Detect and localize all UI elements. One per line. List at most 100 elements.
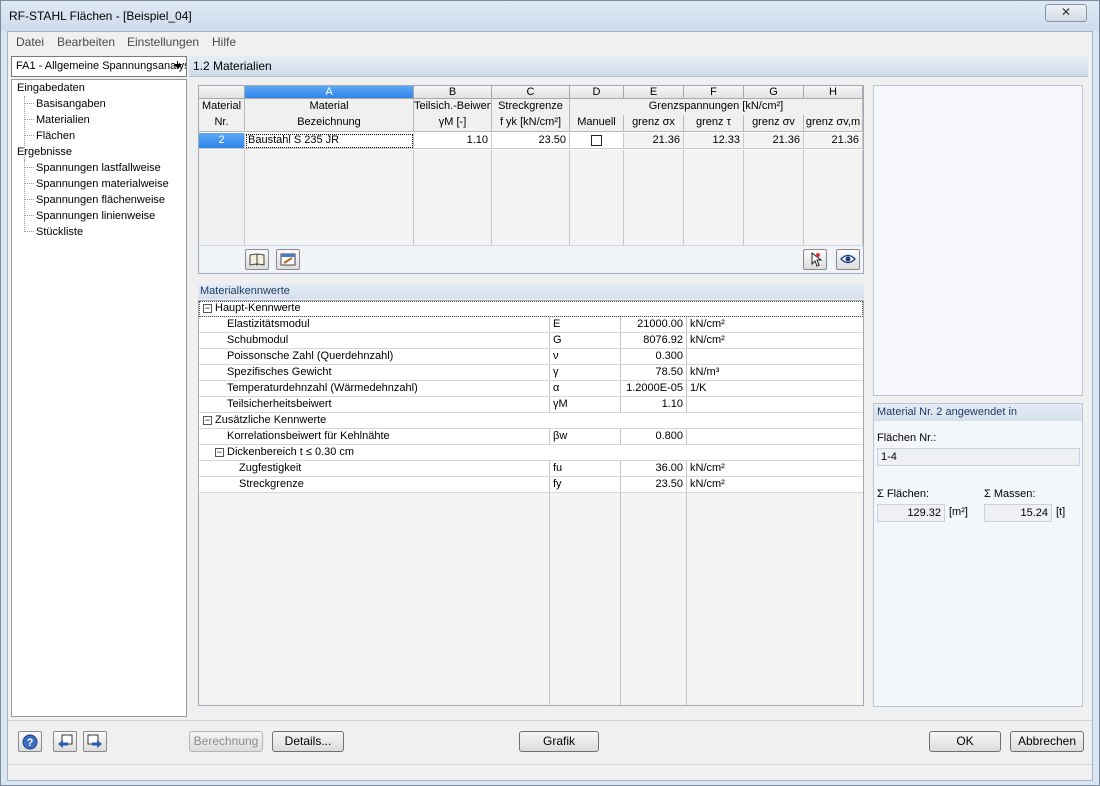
pointer-icon (811, 251, 823, 267)
column-header-d[interactable]: D (570, 86, 624, 99)
collapse-icon[interactable]: − (203, 304, 212, 313)
berechnung-button[interactable]: Berechnung (189, 731, 263, 752)
property-row[interactable]: Korrelationsbeiwert für Kehlnähte βw 0.8… (199, 429, 863, 445)
group-dicken[interactable]: − Dickenbereich t ≤ 0.30 cm (199, 445, 863, 461)
header-b-2: γM [-] (414, 115, 492, 132)
next-button[interactable] (83, 731, 107, 752)
property-row[interactable]: Streckgrenze fy 23.50 kN/cm² (199, 477, 863, 493)
tree-item-stueckliste[interactable]: Stückliste (36, 226, 83, 238)
column-header-f[interactable]: F (684, 86, 744, 99)
sum-flaechen-unit: [m²] (949, 506, 968, 518)
header-e-2: grenz σx (624, 115, 684, 132)
header-a-1: Material (245, 99, 414, 115)
header-h-2: grenz σv,m (804, 115, 863, 132)
header-c-2: f yk [kN/cm²] (492, 115, 570, 132)
cell-grenz-sv: 21.36 (744, 133, 804, 149)
group-zusatz-label: Zusätzliche Kennwerte (215, 414, 327, 426)
chevron-down-icon (174, 64, 182, 69)
menu-einstellungen[interactable]: Einstellungen (127, 35, 199, 49)
header-nr-1: Material (199, 99, 245, 115)
ok-button[interactable]: OK (929, 731, 1001, 752)
tree-item-flaechenweise[interactable]: Spannungen flächenweise (36, 194, 165, 206)
column-header-a[interactable]: A (245, 86, 414, 99)
details-button[interactable]: Details... (272, 731, 344, 752)
tree-item-materialweise[interactable]: Spannungen materialweise (36, 178, 169, 190)
group-haupt[interactable]: − Haupt-Kennwerte (199, 301, 863, 317)
previous-button[interactable] (53, 731, 77, 752)
tree-item-lastfallweise[interactable]: Spannungen lastfallweise (36, 162, 161, 174)
sum-massen-label: Σ Massen: (984, 488, 1036, 500)
header-g-2: grenz σv (744, 115, 804, 132)
property-row[interactable]: Poissonsche Zahl (Querdehnzahl) ν 0.300 (199, 349, 863, 365)
menu-datei[interactable]: Datei (16, 35, 44, 49)
tree-item-linienweise[interactable]: Spannungen linienweise (36, 210, 155, 222)
help-button[interactable]: ? (18, 731, 42, 752)
case-select[interactable]: FA1 - Allgemeine Spannungsanalyse (11, 56, 187, 77)
material-library-button[interactable] (245, 249, 269, 270)
collapse-icon[interactable]: − (203, 416, 212, 425)
window-title: RF-STAHL Flächen - [Beispiel_04] (9, 9, 192, 23)
svg-text:?: ? (27, 737, 34, 749)
view-button[interactable] (836, 249, 860, 270)
property-row[interactable]: Teilsicherheitsbeiwert γM 1.10 (199, 397, 863, 413)
client-area: Datei Bearbeiten Einstellungen Hilfe FA1… (7, 31, 1093, 781)
header-b-1: Teilsich.-Beiwert (414, 99, 492, 115)
sum-massen-field: 15.24 (984, 504, 1052, 522)
header-a-2: Bezeichnung (245, 115, 414, 132)
column-header-e[interactable]: E (624, 86, 684, 99)
main-window: RF-STAHL Flächen - [Beispiel_04] ✕ Datei… (0, 0, 1100, 786)
property-row[interactable]: Spezifisches Gewicht γ 78.50 kN/m³ (199, 365, 863, 381)
menu-bearbeiten[interactable]: Bearbeiten (57, 35, 115, 49)
table-toolbar (199, 245, 863, 273)
back-arrow-icon (58, 734, 73, 748)
tree-item-materialien[interactable]: Materialien (36, 114, 90, 126)
book-icon (249, 253, 265, 266)
cell-material[interactable]: Baustahl S 235 JR (245, 133, 414, 149)
group-dicken-label: Dickenbereich t ≤ 0.30 cm (227, 446, 355, 458)
grafik-button[interactable]: Grafik (519, 731, 599, 752)
property-row[interactable]: Temperaturdehnzahl (Wärmedehnzahl) α 1.2… (199, 381, 863, 397)
cell-gamma-m[interactable]: 1.10 (414, 133, 492, 149)
column-header-c[interactable]: C (492, 86, 570, 99)
header-d-2: Manuell (570, 115, 624, 132)
abbrechen-button[interactable]: Abbrechen (1010, 731, 1084, 752)
tree-group-results[interactable]: Ergebnisse (17, 146, 72, 158)
property-row[interactable]: Zugfestigkeit fu 36.00 kN/cm² (199, 461, 863, 477)
edit-material-button[interactable] (276, 249, 300, 270)
flaechen-field: 1-4 (877, 448, 1080, 466)
button-bar: ? Berechnung Details... Grafik OK Abbrec… (8, 720, 1092, 764)
cell-fyk[interactable]: 23.50 (492, 133, 570, 149)
help-icon: ? (22, 734, 38, 750)
menu-hilfe[interactable]: Hilfe (212, 35, 236, 49)
group-haupt-label: Haupt-Kennwerte (215, 302, 301, 314)
tree-item-flaechen[interactable]: Flächen (36, 130, 75, 142)
row-number[interactable]: 2 (199, 133, 245, 149)
column-header-g[interactable]: G (744, 86, 804, 99)
forward-arrow-icon (87, 734, 102, 748)
graphic-preview (873, 85, 1083, 396)
usage-panel-title: Material Nr. 2 angewendet in (874, 404, 1082, 421)
collapse-icon[interactable]: − (215, 448, 224, 457)
manual-checkbox[interactable] (591, 135, 602, 146)
status-bar (8, 764, 1092, 780)
sum-massen-unit: [t] (1056, 506, 1066, 518)
header-nr-2: Nr. (199, 115, 245, 132)
cell-grenz-tau: 12.33 (684, 133, 744, 149)
sum-flaechen-label: Σ Flächen: (877, 488, 930, 500)
close-button[interactable]: ✕ (1045, 4, 1087, 22)
cell-manual[interactable] (570, 133, 624, 149)
section-title: 1.2 Materialien (189, 56, 1088, 77)
pick-in-graphic-button[interactable] (803, 249, 827, 270)
menu-bar: Datei Bearbeiten Einstellungen Hilfe (8, 32, 1092, 52)
property-row[interactable]: Elastizitätsmodul E 21000.00 kN/cm² (199, 317, 863, 333)
material-table: A B C D E F G H Material Nr. Material Be… (198, 85, 864, 274)
column-header-h[interactable]: H (804, 86, 863, 99)
property-row[interactable]: Schubmodul G 8076.92 kN/cm² (199, 333, 863, 349)
case-select-value: FA1 - Allgemeine Spannungsanalyse (16, 60, 187, 72)
tree-group-input[interactable]: Eingabedaten (17, 82, 85, 94)
column-header-b[interactable]: B (414, 86, 492, 99)
header-grenz: Grenzspannungen [kN/cm²] (570, 99, 863, 115)
tree-item-basisangaben[interactable]: Basisangaben (36, 98, 106, 110)
sum-flaechen-field: 129.32 (877, 504, 945, 522)
group-zusatz[interactable]: − Zusätzliche Kennwerte (199, 413, 863, 429)
